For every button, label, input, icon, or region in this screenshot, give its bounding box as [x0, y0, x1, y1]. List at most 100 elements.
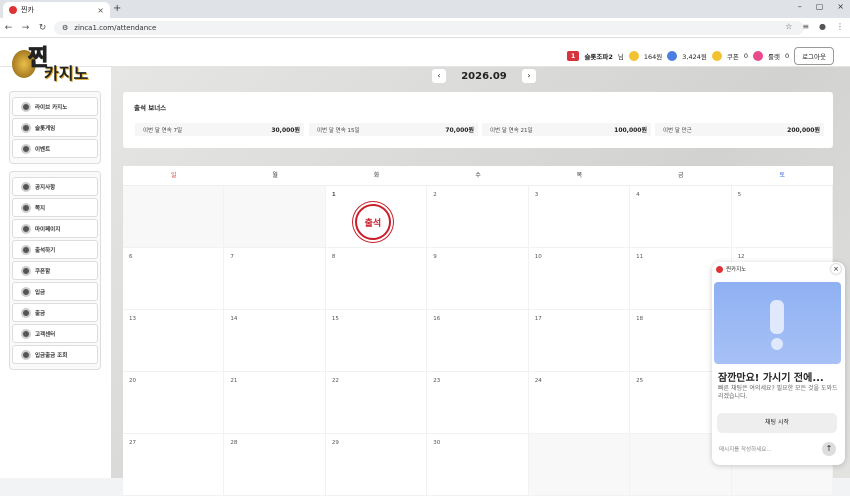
- bookmark-star-icon[interactable]: ☆: [785, 22, 792, 31]
- sidebar-games: 라이브 카지노 슬롯게임 이벤트: [9, 91, 101, 164]
- day-number: 28: [230, 440, 238, 446]
- day-number: 8: [331, 254, 336, 260]
- sidebar-item-message[interactable]: 쪽지: [12, 198, 98, 217]
- calendar-day: 20: [123, 372, 225, 434]
- chat-widget: 찐카지노 × 잠깐만요! 가시기 전에... 빠른 채팅은 여의세요? 필요한 …: [712, 262, 845, 465]
- day-number: 18: [636, 316, 644, 322]
- day-number: 10: [534, 254, 542, 260]
- sidebar: 라이브 카지노 슬롯게임 이벤트 공지사항 쪽지 마이페이지 출석하기 쿠폰함 …: [0, 67, 111, 478]
- info-icon: [21, 181, 31, 192]
- prev-month-button[interactable]: ‹: [432, 69, 446, 83]
- site-logo[interactable]: 찐 카지노: [10, 40, 98, 88]
- extensions-icon[interactable]: ≡: [802, 22, 809, 31]
- day-number: 17: [534, 316, 542, 322]
- day-number: 21: [230, 378, 238, 384]
- reload-icon[interactable]: ↻: [34, 23, 51, 33]
- sidebar-item-notice[interactable]: 공지사항: [12, 177, 98, 196]
- exclamation-dot: [771, 338, 783, 350]
- bonus-row: 이번 달 연속 7일 30,000원: [135, 123, 304, 136]
- calendar-day: 1 출석: [325, 186, 428, 248]
- day-number: 13: [129, 316, 136, 322]
- calendar-day: 7: [224, 248, 326, 310]
- sidebar-item-mypage[interactable]: 마이페이지: [12, 219, 98, 238]
- level-badge: 1: [566, 51, 580, 61]
- day-number: 15: [331, 316, 339, 322]
- minimize-icon[interactable]: –: [798, 2, 802, 11]
- day-number: 29: [331, 440, 339, 446]
- chat-banner: [714, 282, 841, 364]
- sidebar-item-slot[interactable]: 슬롯게임: [12, 118, 98, 137]
- chat-message-input[interactable]: 메시지를 작성하세요...: [719, 445, 772, 453]
- sidebar-item-deposit[interactable]: 입금: [12, 282, 98, 301]
- calendar-day: 13: [123, 310, 225, 372]
- roulette-label[interactable]: 룰렛: [768, 51, 780, 61]
- coupon-count: 0: [743, 52, 748, 60]
- headset-icon: [21, 328, 31, 339]
- browser-tab[interactable]: 찐카 ×: [3, 2, 110, 18]
- back-icon[interactable]: ←: [0, 23, 17, 33]
- username-suffix: 님: [617, 53, 624, 61]
- month-title: 2026.09: [461, 70, 507, 82]
- next-month-button[interactable]: ›: [522, 69, 536, 83]
- close-tab-icon[interactable]: ×: [97, 6, 104, 15]
- sidebar-item-coupon[interactable]: 쿠폰함: [12, 261, 98, 280]
- url-field[interactable]: ⚙ zinca1.com/attendance: [54, 21, 804, 35]
- sidebar-item-live-casino[interactable]: 라이브 카지노: [12, 97, 98, 116]
- calendar-day: [224, 186, 326, 248]
- favicon-icon: [9, 6, 17, 14]
- event-icon: [21, 143, 31, 154]
- maximize-icon[interactable]: ▢: [816, 2, 824, 11]
- day-number: 6: [129, 254, 133, 260]
- sidebar-menu: 공지사항 쪽지 마이페이지 출석하기 쿠폰함 입금 출금 고객센터 입금출금 조…: [9, 171, 101, 370]
- logout-button[interactable]: 로그아웃: [794, 47, 834, 65]
- chat-header: 찐카지노 ×: [712, 262, 845, 276]
- browser-tab-strip: 찐카 × + – ▢ ×: [0, 0, 850, 18]
- calendar-day: 23: [427, 372, 529, 434]
- close-window-icon[interactable]: ×: [837, 2, 844, 11]
- calendar-day: [528, 434, 631, 496]
- day-number: 12: [737, 254, 745, 260]
- day-number: 23: [433, 378, 441, 384]
- attendance-bonus-panel: 출석 보너스 이번 달 연속 7일 30,000원 이번 달 연속 15일 70,0…: [123, 92, 833, 148]
- deposit-icon: [21, 286, 31, 297]
- username: 슬롯조파2: [584, 53, 613, 61]
- weekday-mon: 월: [272, 172, 278, 179]
- sidebar-item-withdraw[interactable]: 출금: [12, 303, 98, 322]
- day-number: 7: [230, 254, 234, 260]
- sidebar-item-attendance[interactable]: 출석하기: [12, 240, 98, 259]
- calendar-day: 16: [427, 310, 529, 372]
- forward-icon[interactable]: →: [17, 23, 34, 33]
- chat-close-icon[interactable]: ×: [831, 264, 841, 274]
- start-chat-button[interactable]: 채팅 시작: [717, 413, 837, 433]
- sidebar-item-event[interactable]: 이벤트: [12, 139, 98, 158]
- calendar-icon: [21, 244, 31, 255]
- weekday-thu: 목: [576, 172, 583, 179]
- weekday-wed: 수: [475, 172, 481, 179]
- history-icon: [21, 349, 31, 360]
- calendar-day: 6: [123, 248, 225, 310]
- bonus-row: 이번 달 연속 21일 100,000원: [482, 123, 651, 136]
- sidebar-item-history[interactable]: 입금출금 조회: [12, 345, 98, 364]
- calendar-day: 30: [427, 434, 529, 496]
- day-number: 4: [636, 192, 640, 198]
- points-value: 164원: [643, 53, 663, 61]
- site-info-icon[interactable]: ⚙: [62, 24, 68, 32]
- bonus-row: 이번 달 연속 15일 70,000원: [309, 123, 478, 136]
- user-status: 1 슬롯조파2 님 164원 3,424원 쿠폰 0 룰렛 0 로그아웃: [566, 47, 834, 65]
- money-value: 3,424원: [682, 53, 707, 61]
- calendar-day: 29: [325, 434, 428, 496]
- logo-text-bottom: 카지노: [44, 64, 89, 83]
- profile-icon[interactable]: ●: [819, 22, 826, 31]
- address-bar: ← → ↻ ⚙ zinca1.com/attendance ☆ ≡ ● ⋮: [0, 18, 850, 38]
- coupon-label[interactable]: 쿠폰: [727, 51, 739, 61]
- menu-icon[interactable]: ⋮: [836, 22, 844, 31]
- calendar-day: 10: [528, 248, 631, 310]
- slot-icon: [21, 122, 31, 133]
- send-icon[interactable]: ↑: [822, 442, 836, 456]
- sidebar-item-support[interactable]: 고객센터: [12, 324, 98, 343]
- calendar-day: 15: [325, 310, 428, 372]
- new-tab-button[interactable]: +: [113, 3, 121, 14]
- day-number: 30: [433, 440, 441, 446]
- calendar-day: 14: [224, 310, 326, 372]
- day-number: 22: [331, 378, 339, 384]
